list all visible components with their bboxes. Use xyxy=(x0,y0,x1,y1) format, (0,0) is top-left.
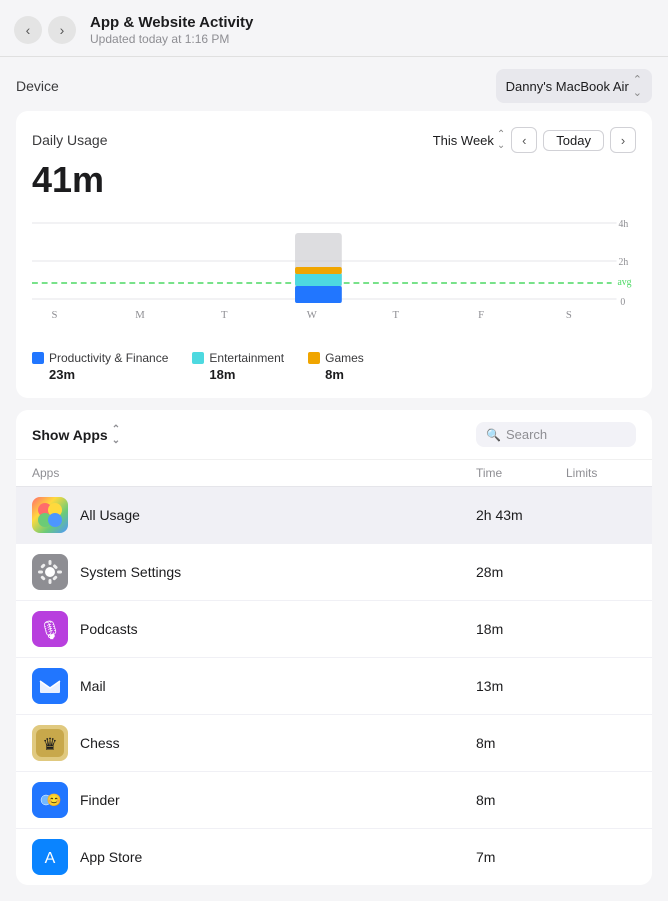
show-apps-button[interactable]: Show Apps ⌃⌄ xyxy=(32,424,120,446)
app-icon-app-store: A xyxy=(32,839,68,875)
prev-week-button[interactable]: ‹ xyxy=(511,127,537,153)
svg-text:T: T xyxy=(392,309,399,321)
app-row[interactable]: System Settings 28m xyxy=(16,544,652,601)
title-text-block: App & Website Activity Updated today at … xyxy=(90,14,650,46)
app-time-chess: 8m xyxy=(476,735,566,751)
week-label: This Week xyxy=(433,133,494,148)
search-icon: 🔍 xyxy=(486,428,501,442)
svg-text:S: S xyxy=(51,309,57,321)
app-row[interactable]: ♛ Chess 8m xyxy=(16,715,652,772)
app-name-app-store: App Store xyxy=(80,849,476,865)
show-apps-chevron-icon: ⌃⌄ xyxy=(112,424,120,446)
app-name-mail: Mail xyxy=(80,678,476,694)
nav-buttons: ‹ › xyxy=(14,16,76,44)
svg-text:M: M xyxy=(135,309,145,321)
svg-text:F: F xyxy=(478,309,484,321)
next-week-button[interactable]: › xyxy=(610,127,636,153)
svg-text:🎙: 🎙 xyxy=(39,620,62,640)
col-header-time: Time xyxy=(476,466,566,480)
games-label: Games xyxy=(325,351,364,365)
legend-games: Games 8m xyxy=(308,351,364,382)
apps-card: Show Apps ⌃⌄ 🔍 Apps Time Limits All Usag… xyxy=(16,410,652,885)
app-name-system-settings: System Settings xyxy=(80,564,476,580)
productivity-time: 23m xyxy=(49,367,168,382)
device-selector[interactable]: Danny's MacBook Air ⌃⌄ xyxy=(496,69,652,103)
today-button[interactable]: Today xyxy=(543,130,604,151)
app-icon-finder: 😊 xyxy=(32,782,68,818)
usage-header: Daily Usage This Week ⌃⌄ ‹ Today › xyxy=(32,127,636,153)
device-chevron-icon: ⌃⌄ xyxy=(633,73,642,99)
app-row[interactable]: All Usage 2h 43m xyxy=(16,487,652,544)
col-header-apps: Apps xyxy=(32,466,476,480)
chart-legend: Productivity & Finance 23m Entertainment… xyxy=(32,351,636,382)
app-row[interactable]: 🎙 Podcasts 18m xyxy=(16,601,652,658)
show-apps-label: Show Apps xyxy=(32,427,108,443)
app-time-podcasts: 18m xyxy=(476,621,566,637)
daily-usage-label: Daily Usage xyxy=(32,132,107,148)
svg-text:😊: 😊 xyxy=(47,793,62,807)
svg-text:W: W xyxy=(307,309,318,321)
app-time-all-usage: 2h 43m xyxy=(476,507,566,523)
device-label: Device xyxy=(16,78,59,94)
table-header: Apps Time Limits xyxy=(16,460,652,487)
app-row[interactable]: 😊 Finder 8m xyxy=(16,772,652,829)
app-name-chess: Chess xyxy=(80,735,476,751)
app-time-mail: 13m xyxy=(476,678,566,694)
app-time-app-store: 7m xyxy=(476,849,566,865)
usage-time: 41m xyxy=(32,159,636,201)
app-name-podcasts: Podcasts xyxy=(80,621,476,637)
device-name: Danny's MacBook Air xyxy=(506,79,629,94)
week-selector[interactable]: This Week ⌃⌄ xyxy=(433,129,506,151)
entertainment-time: 18m xyxy=(209,367,284,382)
games-time: 8m xyxy=(325,367,364,382)
entertainment-label: Entertainment xyxy=(209,351,284,365)
app-name-finder: Finder xyxy=(80,792,476,808)
back-button[interactable]: ‹ xyxy=(14,16,42,44)
app-row[interactable]: A App Store 7m xyxy=(16,829,652,885)
week-chevron-icon: ⌃⌄ xyxy=(497,129,505,151)
usage-chart: 4h 2h avg 0 S M T W T F xyxy=(32,213,636,343)
svg-text:♛: ♛ xyxy=(42,735,57,754)
app-name-all-usage: All Usage xyxy=(80,507,476,523)
device-row: Device Danny's MacBook Air ⌃⌄ xyxy=(16,57,652,111)
app-icon-mail xyxy=(32,668,68,704)
svg-text:T: T xyxy=(221,309,228,321)
title-bar: ‹ › App & Website Activity Updated today… xyxy=(0,0,668,57)
app-icon-chess: ♛ xyxy=(32,725,68,761)
svg-text:S: S xyxy=(566,309,572,321)
svg-text:4h: 4h xyxy=(618,219,628,230)
app-time-finder: 8m xyxy=(476,792,566,808)
svg-text:avg: avg xyxy=(617,277,631,288)
col-header-limits: Limits xyxy=(566,466,636,480)
productivity-label: Productivity & Finance xyxy=(49,351,168,365)
main-content: Device Danny's MacBook Air ⌃⌄ Daily Usag… xyxy=(0,57,668,901)
search-input[interactable] xyxy=(506,427,626,442)
search-box[interactable]: 🔍 xyxy=(476,422,636,447)
usage-card: Daily Usage This Week ⌃⌄ ‹ Today › 41m xyxy=(16,111,652,398)
productivity-dot xyxy=(32,352,44,364)
page-subtitle: Updated today at 1:16 PM xyxy=(90,32,650,46)
svg-text:2h: 2h xyxy=(618,257,628,268)
entertainment-dot xyxy=(192,352,204,364)
legend-productivity: Productivity & Finance 23m xyxy=(32,351,168,382)
games-dot xyxy=(308,352,320,364)
app-icon-all-usage xyxy=(32,497,68,533)
week-nav: This Week ⌃⌄ ‹ Today › xyxy=(433,127,636,153)
app-time-system-settings: 28m xyxy=(476,564,566,580)
app-icon-podcasts: 🎙 xyxy=(32,611,68,647)
app-icon-system-settings xyxy=(32,554,68,590)
legend-entertainment: Entertainment 18m xyxy=(192,351,284,382)
svg-text:0: 0 xyxy=(620,297,625,308)
app-row[interactable]: Mail 13m xyxy=(16,658,652,715)
apps-header: Show Apps ⌃⌄ 🔍 xyxy=(16,410,652,460)
chart-area: 4h 2h avg 0 S M T W T F xyxy=(32,213,636,343)
page-title: App & Website Activity xyxy=(90,14,650,31)
svg-text:A: A xyxy=(45,850,56,867)
forward-button[interactable]: › xyxy=(48,16,76,44)
